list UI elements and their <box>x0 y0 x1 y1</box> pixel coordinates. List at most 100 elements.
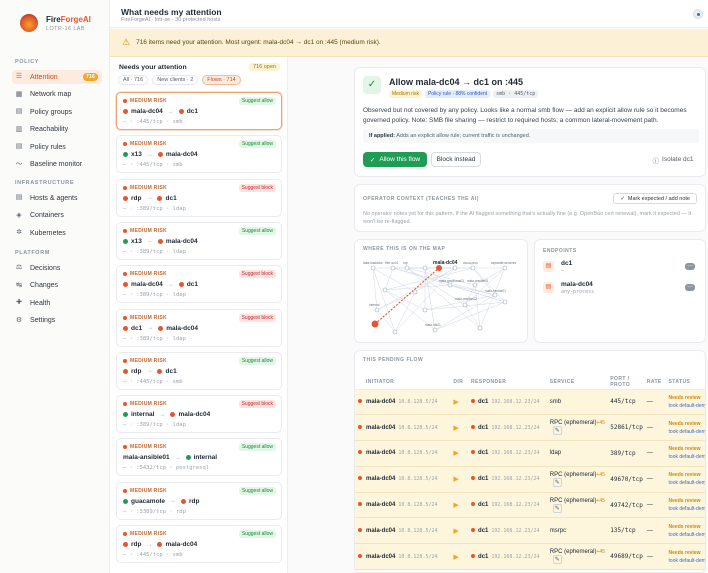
allow-flow-button[interactable]: ✓ Allow this flow <box>363 152 427 167</box>
edit-icon[interactable]: ✎ <box>552 477 562 487</box>
sidebar-item-hosts-agents[interactable]: ▤ Hosts & agents <box>12 191 102 205</box>
queue-card[interactable]: MEDIUM RISK Suggest allow x13 → mala-dc04 — ·… <box>116 135 282 174</box>
pending-flow-table: INITIATOR DIR RESPONDER SERVICE PORT / PROTO… <box>355 375 705 571</box>
endpoint-row[interactable]: ▤ mala-dc04 any-process… <box>541 281 701 297</box>
risk-dot <box>358 424 362 429</box>
queue-card[interactable]: MEDIUM RISK Suggest allow x13 → mala-dc04 — ·… <box>116 221 282 260</box>
sidebar-item-changes[interactable]: ↹ Changes <box>12 279 102 293</box>
banner-text: 716 items need your attention. Most urge… <box>136 39 381 46</box>
queue-card[interactable]: MEDIUM RISK Suggest allow mala-dc04 → dc1— ·… <box>116 92 282 130</box>
service-cell: RPC (ephemeral)+45 ✎ <box>545 466 607 493</box>
initiator-name: mala-dc04 <box>366 450 396 457</box>
map-node[interactable] <box>472 282 478 288</box>
edit-icon[interactable]: ✎ <box>552 426 562 436</box>
table-row[interactable]: mala-dc04 10.8.128.5/24 ▶ dc1 192.168.12.23/… <box>355 517 705 545</box>
sidebar-item-health[interactable]: ✚ Health <box>12 296 102 310</box>
more-icon[interactable]: … <box>685 262 695 270</box>
queue-card[interactable]: MEDIUM RISK Suggest allow guacamole → rdp — ·… <box>116 481 282 520</box>
sidebar-item-label: Baseline monitor <box>30 161 83 168</box>
rules-icon: ▤ <box>15 143 23 150</box>
brand[interactable]: FireForgeAI LOTR-16 LAB <box>20 14 91 32</box>
filter-chip[interactable]: New clients · 2 <box>152 75 199 85</box>
table-row[interactable]: mala-dc04 10.8.128.5/24 ▶ dc1 192.168.12.23/… <box>355 389 705 416</box>
edit-icon[interactable]: ✎ <box>552 503 562 513</box>
edit-icon[interactable]: ✎ <box>552 555 562 565</box>
map-node[interactable] <box>432 327 438 333</box>
row-marker <box>355 440 362 467</box>
map-node[interactable] <box>462 302 468 308</box>
flow-dst: rdp <box>188 497 200 505</box>
map-node[interactable] <box>392 329 398 335</box>
map-node[interactable] <box>447 282 453 288</box>
initiator-cell: mala-dc04 10.8.128.5/24 <box>362 492 450 519</box>
more-icon[interactable]: … <box>685 283 695 291</box>
endpoint-row[interactable]: ▤ dc1—… <box>541 260 701 276</box>
service-name: ldap <box>549 450 562 457</box>
queue-card[interactable]: MEDIUM RISK Suggest block dc1 → mala-dc04 — ·… <box>116 308 282 347</box>
map-node[interactable] <box>470 265 476 271</box>
queue-card[interactable]: MEDIUM RISK Suggest allow rdp → dc1 — · :445/… <box>116 351 282 390</box>
map-node[interactable] <box>492 292 498 298</box>
map-node[interactable] <box>452 265 458 271</box>
col-header: STATUS <box>664 375 705 390</box>
block-instead-button[interactable]: Block instead <box>431 152 481 167</box>
queue-card[interactable]: MEDIUM RISK Suggest block internal → mala-dc… <box>116 395 282 434</box>
flow-port: — · :389/tcp · ldap <box>123 205 186 212</box>
flow-dst: dc1 <box>165 194 177 202</box>
table-row[interactable]: mala-dc04 10.8.128.5/24 ▶ dc1 192.168.12.23/… <box>355 440 705 467</box>
flow-port: — · :389/tcp · ldap <box>123 248 186 255</box>
map-node[interactable] <box>422 307 428 313</box>
map-node[interactable] <box>404 265 410 271</box>
sidebar-item-network-map[interactable]: ▦ Network map <box>12 88 102 102</box>
map-node[interactable] <box>477 325 483 331</box>
table-row[interactable]: mala-dc04 10.8.128.5/24 ▶ dc1 192.168.12.23/… <box>355 492 705 519</box>
sidebar-item-baseline-monitor[interactable]: 〜 Baseline monitor <box>12 158 102 172</box>
arrow-icon: → <box>146 195 153 202</box>
sidebar-item-kubernetes[interactable]: ✲ Kubernetes <box>12 226 102 240</box>
map-node[interactable] <box>374 307 380 313</box>
map-node[interactable] <box>382 287 388 293</box>
flow-src: rdp <box>131 194 142 202</box>
map-edge <box>464 284 476 306</box>
sidebar-item-policy-rules[interactable]: ▤ Policy rules <box>12 140 102 154</box>
map-node[interactable] <box>502 299 508 305</box>
sidebar-item-policy-groups[interactable]: ▤ Policy groups <box>12 105 102 119</box>
sidebar-item-settings[interactable]: ⚙ Settings <box>12 314 102 328</box>
map-edge <box>424 267 436 331</box>
open-count-badge: 716 open <box>249 63 280 71</box>
cluster-icon: ✲ <box>16 229 22 236</box>
map-node[interactable] <box>370 265 376 271</box>
flow-pair: rdp → dc1 <box>123 195 177 202</box>
check-icon: ✓ <box>369 156 376 164</box>
sidebar-item-reachability[interactable]: ▥ Reachability <box>12 123 102 137</box>
direction-icon: ▶ <box>453 502 459 510</box>
map-node[interactable] <box>390 265 396 271</box>
mini-network-map[interactable]: data-loadwise fhirr-sc01 rdp cloud-prox sepa… <box>355 240 528 343</box>
dir-cell: ▶ <box>449 517 468 545</box>
risk-dot <box>123 185 127 190</box>
flow-dst: mala-dc04 <box>166 324 198 332</box>
isolate-button[interactable]: ⓘ Isolate dc1 <box>649 152 697 167</box>
table-row[interactable]: mala-dc04 10.8.128.5/24 ▶ dc1 192.168.12.23/… <box>355 543 705 571</box>
table-row[interactable]: mala-dc04 10.8.128.5/24 ▶ dc1 192.168.12.23/… <box>355 466 705 493</box>
sidebar-item-decisions[interactable]: ⚖ Decisions <box>12 261 102 275</box>
sidebar-item-containers[interactable]: ◈ Containers <box>12 209 102 223</box>
sidebar-item-attention[interactable]: ☰ Attention 716 <box>12 70 102 84</box>
map-node[interactable] <box>412 289 418 295</box>
table-row[interactable]: mala-dc04 10.8.128.5/24 ▶ dc1 192.168.12.23/… <box>355 414 705 442</box>
queue-card[interactable]: MEDIUM RISK Suggest allow mala-ansible01 → i… <box>116 438 282 477</box>
mark-expected-button[interactable]: ✓ Mark expected / add note <box>613 193 697 204</box>
flow-pair: dc1 → mala-dc04 <box>123 325 198 332</box>
map-node-src[interactable] <box>371 320 379 328</box>
avatar[interactable] <box>693 9 703 19</box>
map-node[interactable] <box>422 265 428 271</box>
map-node[interactable] <box>502 265 508 271</box>
queue-card[interactable]: MEDIUM RISK Suggest block mala-dc04 → dc1— ·… <box>116 265 282 304</box>
queue-card[interactable]: MEDIUM RISK Suggest allow rdp → mala-dc04 — ·… <box>116 525 282 563</box>
filter-chip[interactable]: All · 716 <box>118 75 149 85</box>
queue-card[interactable]: MEDIUM RISK Suggest block rdp → dc1 — · :389/… <box>116 178 282 217</box>
rate-cell: — <box>642 440 665 467</box>
filter-chip[interactable]: Flows · 714 <box>202 75 241 85</box>
ephemeral-count: +45 <box>596 471 605 478</box>
flow-port: — · :389/tcp · ldap <box>123 422 186 429</box>
